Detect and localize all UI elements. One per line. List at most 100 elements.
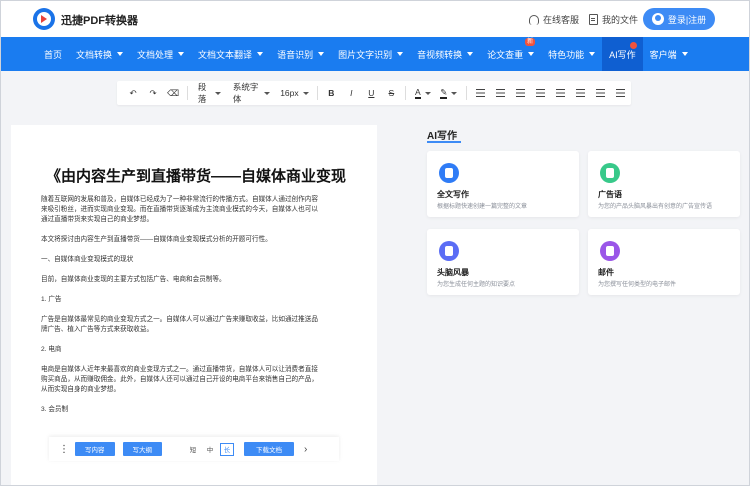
nav-item[interactable]: 图片文字识别	[331, 37, 410, 71]
user-icon	[651, 13, 664, 25]
chevron-down-icon	[257, 52, 264, 56]
nav-item[interactable]: 客户端	[643, 37, 695, 71]
paragraph-value: 段落	[197, 82, 207, 104]
logo-icon[interactable]	[33, 8, 55, 30]
strikethrough-icon[interactable]: S	[381, 81, 401, 105]
chevron-down-icon	[117, 52, 124, 56]
nav-item-label: 文档转换	[76, 49, 113, 60]
chevron-down-icon	[214, 91, 221, 95]
nav-item-label: AI写作	[609, 49, 636, 60]
chevron-down-icon	[589, 52, 596, 56]
undo-icon[interactable]: ↶	[123, 81, 143, 105]
italic-icon[interactable]: I	[341, 81, 361, 105]
document-paragraph[interactable]: 从而实现自身的商业梦想。	[41, 385, 351, 395]
app-window: 迅捷PDF转换器 在线客服 我的文件 登录|注册 首页 文档转换 文档处理 文档文本翻…	[0, 0, 750, 486]
document-paragraph[interactable]: 2. 电商	[41, 345, 351, 355]
align-justify-icon[interactable]	[571, 81, 591, 105]
editor-toolbar: ↶ ↷ ⌫ 段落 系统字体 16px B I U S A ✎	[117, 81, 631, 105]
font-color-select[interactable]: A	[410, 81, 435, 105]
redo-icon[interactable]: ↷	[143, 81, 163, 105]
document-paragraph[interactable]: 牌广告、植入广告等方式来获取收益。	[41, 325, 351, 335]
card-description: 为您撰写任何类型的电子邮件	[598, 282, 677, 288]
nav-item-label: 首页	[44, 49, 63, 60]
document-paragraph[interactable]: 目前，自媒体商业变现的主要方式包括广告、电商和会员制等。	[41, 275, 351, 285]
card-title: 头脑风暴	[437, 268, 469, 277]
chevron-right-icon[interactable]: ›	[304, 444, 307, 455]
document-paragraph[interactable]: 一、自媒体商业变现模式的现状	[41, 255, 351, 265]
login-label: 登录|注册	[667, 14, 707, 25]
card-slogan[interactable]: 广告语 为您的产品头脑风暴出有创意的广告宣传语	[588, 151, 740, 217]
align-center-icon[interactable]	[531, 81, 551, 105]
ordered-list-icon[interactable]	[471, 81, 491, 105]
highlight-select[interactable]: ✎	[436, 81, 463, 105]
align-right-icon[interactable]	[551, 81, 571, 105]
nav-item-label: 文档文本翻译	[198, 49, 253, 60]
document-paragraph[interactable]: 来吸引粉丝，进而实现商业变现。而在直播带货逐渐成为主流商业模式的今天，自媒体人也…	[41, 205, 351, 215]
more-options-icon[interactable]: ⋮	[59, 444, 69, 455]
card-title: 邮件	[598, 268, 614, 277]
font-value: 系统字体	[232, 82, 259, 104]
nav-item[interactable]: 文档文本翻译	[191, 37, 270, 71]
chevron-down-icon	[397, 52, 404, 56]
card-title: 广告语	[598, 190, 622, 199]
ai-action-bar: ⋮ 写内容 写大纲 短 中 长 下载文档 ›	[49, 437, 339, 461]
brand-name[interactable]: 迅捷PDF转换器	[61, 12, 138, 28]
length-short-button[interactable]: 短	[186, 443, 200, 456]
font-size-select[interactable]: 16px	[276, 81, 312, 105]
login-button[interactable]: 登录|注册	[643, 8, 715, 30]
ai-panel-title: AI写作	[427, 131, 457, 142]
write-outline-button[interactable]: 写大纲	[122, 442, 162, 456]
chevron-down-icon	[424, 91, 431, 95]
card-brainstorm[interactable]: 头脑风暴 为您生成任何主题的知识要点	[427, 229, 579, 295]
document-paragraph[interactable]: 电商是自媒体人近年来最喜欢的商业变现方式之一。通过直播带货，自媒体人可以让消费者…	[41, 365, 351, 375]
title-underline	[427, 141, 461, 143]
nav-item[interactable]: 特色功能	[541, 37, 602, 71]
nav-item[interactable]: 语音识别	[270, 37, 331, 71]
write-content-button[interactable]: 写内容	[75, 442, 115, 456]
online-service-label: 在线客服	[543, 15, 580, 25]
document-paragraph[interactable]: 购买商品，从而赚取佣金。此外，自媒体人还可以通过自己开设的电商平台来销售自己的产…	[41, 375, 351, 385]
document-paragraph[interactable]: 本文将探讨由内容生产到直播带货——自媒体商业变现模式分析的开题可行性。	[41, 235, 351, 245]
nav-item-label: 语音识别	[277, 49, 314, 60]
document-icon	[589, 14, 598, 25]
nav-item[interactable]: 首页	[37, 37, 69, 71]
divider	[187, 86, 188, 100]
clear-format-icon[interactable]: ⌫	[163, 81, 183, 105]
nav-item[interactable]: 文档处理	[130, 37, 191, 71]
nav-item-label: 文档处理	[137, 49, 174, 60]
divider	[466, 86, 467, 100]
nav-item[interactable]: 论文查重新	[480, 37, 541, 71]
lightbulb-icon	[439, 241, 459, 261]
paragraph-select[interactable]: 段落	[192, 81, 227, 105]
document-paragraph[interactable]: 广告是自媒体最常见的商业变现方式之一。自媒体人可以通过广告来赚取收益，比如通过推…	[41, 315, 351, 325]
online-service-link[interactable]: 在线客服	[529, 13, 579, 26]
document-paragraph[interactable]: 随着互联网的发展和普及，自媒体已经成为了一种非常流行的传播方式。自媒体人通过创作…	[41, 195, 351, 205]
nav-item[interactable]: 音视频转换	[410, 37, 480, 71]
length-long-button[interactable]: 长	[220, 442, 234, 456]
align-left-icon[interactable]	[511, 81, 531, 105]
nav-item[interactable]: AI写作	[602, 37, 643, 71]
ad-icon	[600, 163, 620, 183]
document-editor[interactable]: 《由内容生产到直播带货——自媒体商业变现 随着互联网的发展和普及，自媒体已经成为…	[11, 125, 377, 485]
highlight-icon: ✎	[440, 86, 448, 99]
underline-icon[interactable]: U	[361, 81, 381, 105]
font-select[interactable]: 系统字体	[227, 81, 276, 105]
card-full-article[interactable]: 全文写作 根据标题快速创建一篇完整的文章	[427, 151, 579, 217]
indent-icon[interactable]	[591, 81, 611, 105]
bullet-list-icon[interactable]	[491, 81, 511, 105]
card-title: 全文写作	[437, 190, 469, 199]
document-paragraph[interactable]: 1. 广告	[41, 295, 351, 305]
my-files-link[interactable]: 我的文件	[589, 13, 638, 26]
length-medium-button[interactable]: 中	[203, 443, 217, 456]
bold-icon[interactable]: B	[321, 81, 341, 105]
card-email[interactable]: 邮件 为您撰写任何类型的电子邮件	[588, 229, 740, 295]
nav-item[interactable]: 文档转换	[69, 37, 130, 71]
nav-item-label: 客户端	[649, 49, 677, 60]
download-document-button[interactable]: 下载文档	[244, 442, 294, 456]
chevron-down-icon	[467, 52, 474, 56]
document-paragraph[interactable]: 3. 会员制	[41, 405, 351, 415]
outdent-icon[interactable]	[611, 81, 631, 105]
document-title[interactable]: 《由内容生产到直播带货——自媒体商业变现	[46, 165, 346, 186]
notification-dot	[629, 42, 637, 49]
document-paragraph[interactable]: 通过直播带货来实现自己的商业梦想。	[41, 215, 351, 225]
